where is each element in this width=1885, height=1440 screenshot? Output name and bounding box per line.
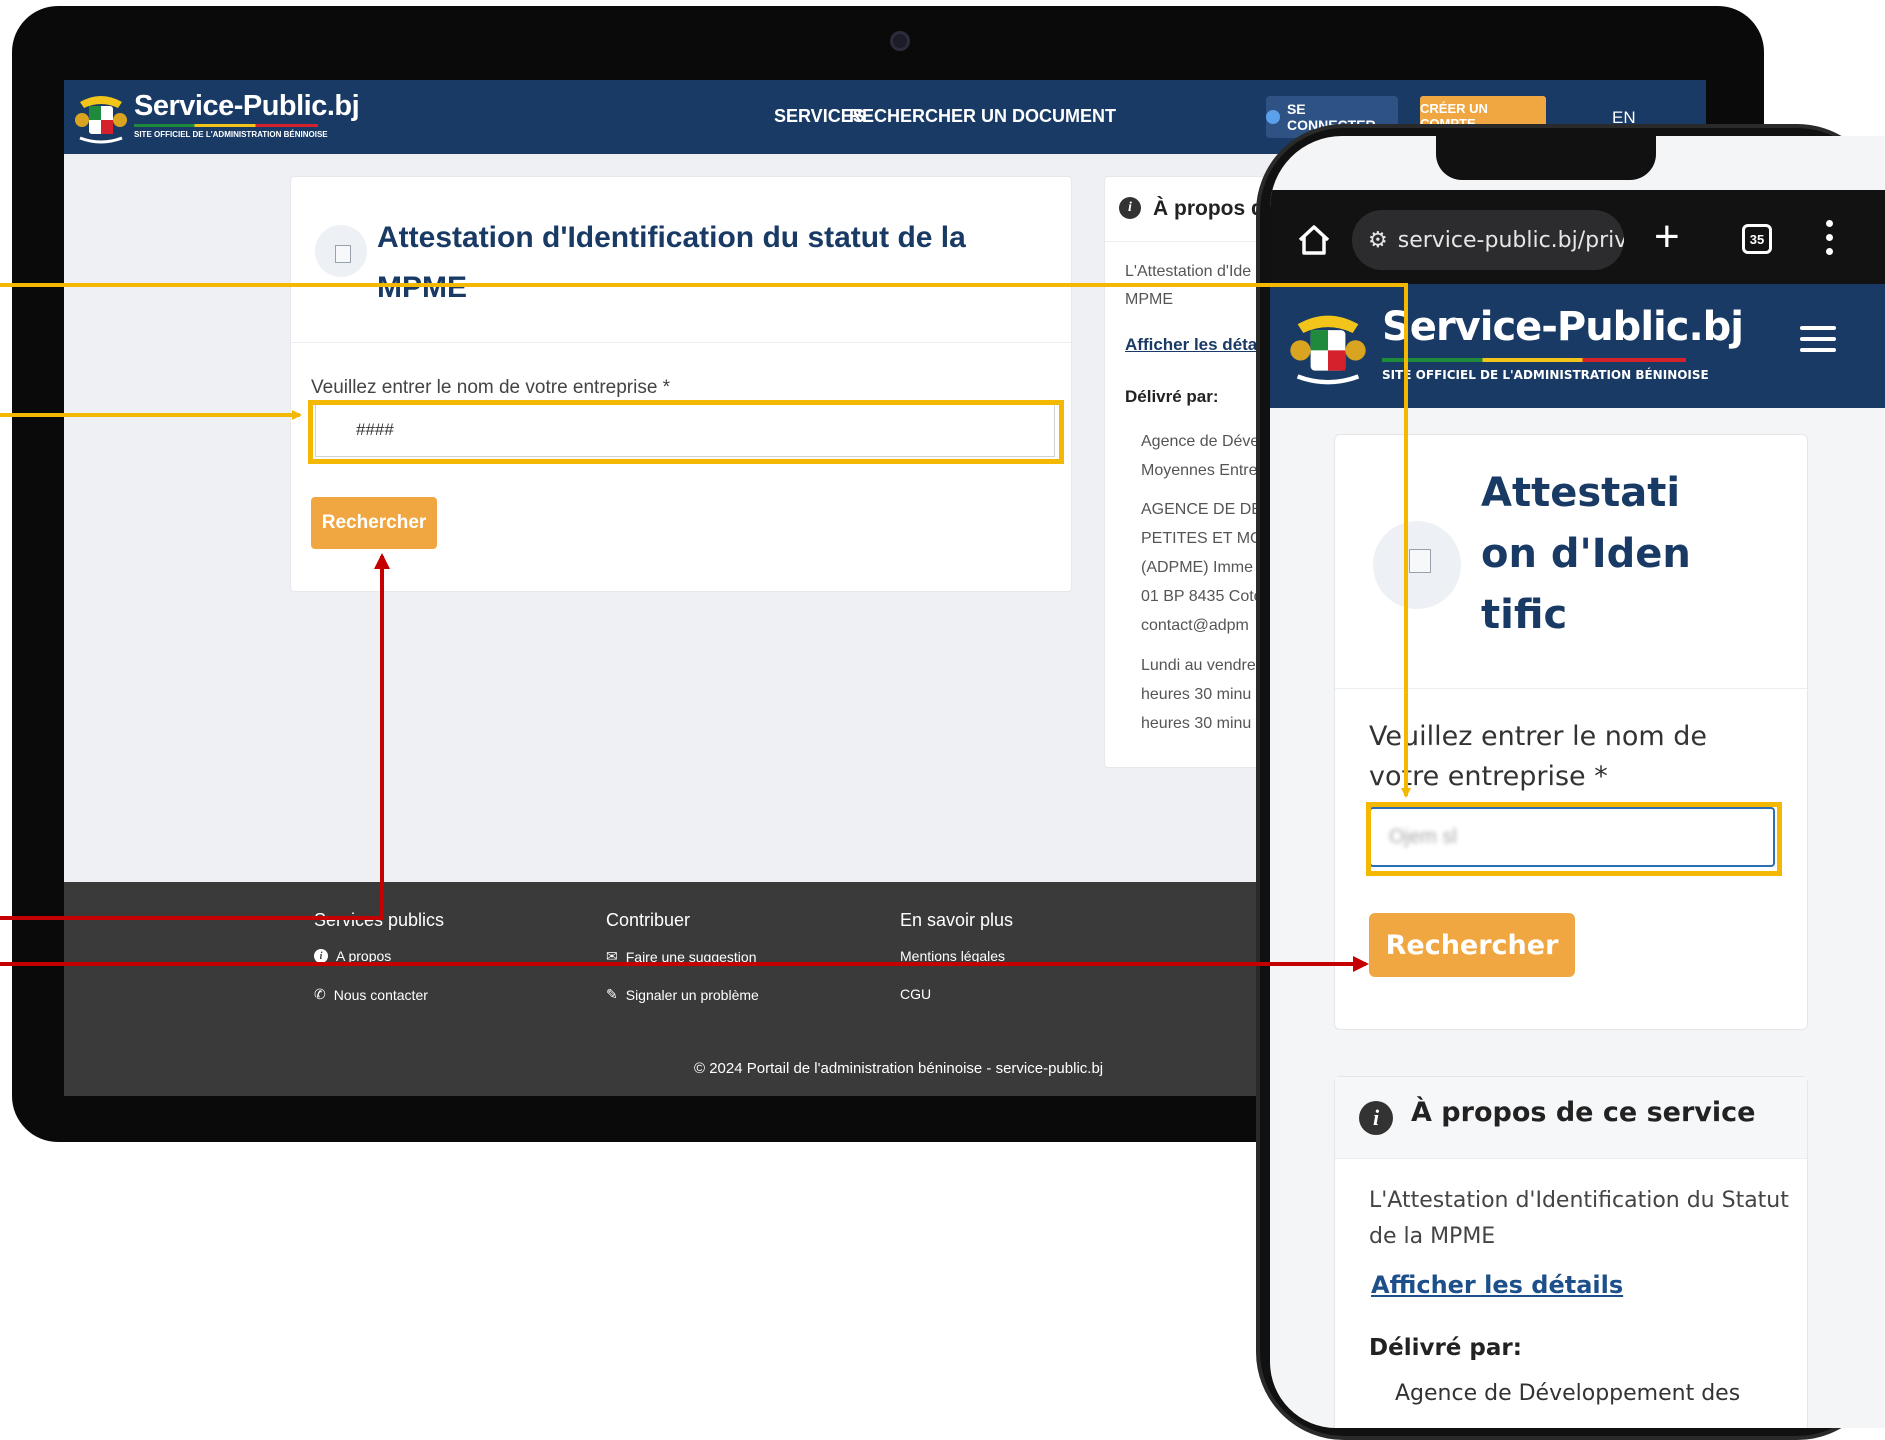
new-tab-icon[interactable]: +	[1654, 212, 1680, 262]
phone-screen: ⚙ service-public.bj/privé + 35 Service-P…	[1270, 136, 1885, 1428]
mobile-site-brand[interactable]: Service-Public.bj	[1382, 304, 1744, 350]
site-brand[interactable]: Service-Public.bj	[134, 90, 360, 123]
envelope-icon: ✉	[606, 948, 618, 964]
mobile-show-details-link[interactable]: Afficher les détails	[1371, 1271, 1623, 1299]
brand-flag-stripe	[134, 124, 318, 127]
footer-contact-link[interactable]: ✆ Nous contacter	[314, 986, 428, 1003]
company-name-label: Veuillez entrer le nom de votre entrepri…	[311, 377, 671, 398]
mobile-brand-subtitle: SITE OFFICIEL DE L'ADMINISTRATION BÉNINO…	[1382, 368, 1709, 382]
footer-contact-label: Nous contacter	[333, 986, 428, 1003]
broken-image-icon	[335, 245, 351, 263]
address-email: contact@adpm	[1141, 617, 1249, 634]
nav-search-document[interactable]: RECHERCHER UN DOCUMENT	[849, 106, 1116, 127]
mobile-about-panel: i À propos de ce service L'Attestation d…	[1334, 1076, 1808, 1428]
footer-col2-title: Contribuer	[606, 910, 691, 930]
mobile-about-title: À propos de ce service	[1411, 1097, 1756, 1128]
mobile-card-header: Attestation d'Identific	[1335, 435, 1807, 689]
address-line1: AGENCE DE DE	[1141, 501, 1262, 518]
card-header: Attestation d'Identification du statut d…	[291, 177, 1071, 343]
broken-image-icon	[1409, 549, 1431, 573]
footer-legal-link[interactable]: Mentions légales	[900, 948, 1005, 964]
agency-line2: Moyennes Entre	[1141, 462, 1258, 479]
phone-notch	[1436, 136, 1656, 180]
search-button[interactable]: Rechercher	[311, 497, 437, 549]
address-line2: PETITES ET MO	[1141, 530, 1263, 547]
brand-flag-stripe	[1382, 358, 1686, 362]
mobile-search-button[interactable]: Rechercher	[1369, 913, 1575, 977]
site-settings-icon[interactable]: ⚙	[1368, 228, 1388, 253]
mobile-delivered-by: Délivré par:	[1369, 1335, 1522, 1361]
coat-of-arms-logo[interactable]	[1286, 304, 1370, 388]
footer-about-label: A propos	[336, 948, 392, 964]
footer-report-link[interactable]: ✎ Signaler un problème	[606, 986, 759, 1003]
agency-line1: Agence de Déve	[1141, 433, 1260, 450]
footer-report-label: Signaler un problème	[625, 986, 759, 1003]
hamburger-menu-icon[interactable]	[1800, 326, 1836, 354]
user-icon	[1266, 110, 1280, 124]
mobile-page-title: Attestation d'Identific	[1481, 470, 1691, 638]
footer-cgu-link[interactable]: CGU	[900, 986, 931, 1002]
coat-of-arms-logo[interactable]	[74, 88, 128, 146]
pen-icon: ✎	[606, 986, 618, 1002]
phone-icon: ✆	[314, 986, 326, 1002]
delivered-by-heading: Délivré par:	[1125, 387, 1219, 406]
home-icon[interactable]	[1294, 220, 1334, 260]
mobile-company-name-label: Veuillez entrer le nom de votre entrepri…	[1369, 721, 1708, 792]
more-menu-icon[interactable]	[1826, 220, 1834, 260]
footer-col3-title: En savoir plus	[900, 910, 1014, 930]
footer-copyright: © 2024 Portail de l'administration bénin…	[694, 1060, 1104, 1077]
page-title: Attestation d'Identification du statut d…	[377, 221, 966, 304]
url-text: service-public.bj/privé	[1397, 227, 1624, 253]
stage: Service-Public.bj SITE OFFICIEL DE L'ADM…	[0, 0, 1885, 1440]
mobile-about-header: i À propos de ce service	[1335, 1077, 1807, 1159]
company-name-input[interactable]: ####	[315, 403, 1055, 457]
about-desc-line1: L'Attestation d'Ide	[1125, 263, 1252, 280]
laptop-camera	[890, 31, 910, 51]
site-brand-subtitle: SITE OFFICIEL DE L'ADMINISTRATION BÉNINO…	[134, 130, 328, 139]
tab-count-button[interactable]: 35	[1742, 224, 1772, 254]
info-icon: i	[1119, 197, 1141, 219]
mobile-attestation-card: Attestation d'Identific Veuillez entrer …	[1334, 434, 1808, 1030]
mobile-company-name-input[interactable]: Ojem sl	[1369, 807, 1775, 867]
mobile-about-desc: L'Attestation d'Identification du Statut…	[1369, 1188, 1789, 1249]
footer-col1-title: Services publics	[314, 910, 445, 930]
hours-line2: heures 30 minu	[1141, 686, 1252, 703]
footer-about-link[interactable]: i A propos	[314, 948, 391, 964]
footer-suggestion-label: Faire une suggestion	[625, 948, 757, 965]
mobile-agency-name: Agence de Développement des	[1395, 1381, 1741, 1406]
blurred-input-value: Ojem sl	[1389, 825, 1457, 848]
show-details-link[interactable]: Afficher les détai	[1125, 335, 1262, 355]
attestation-card: Attestation d'Identification du statut d…	[290, 176, 1072, 592]
hours-line1: Lundi au vendre	[1141, 657, 1256, 674]
footer-suggestion-link[interactable]: ✉ Faire une suggestion	[606, 948, 757, 965]
browser-toolbar: ⚙ service-public.bj/privé + 35	[1270, 190, 1885, 290]
hours-line3: heures 30 minu	[1141, 715, 1252, 732]
about-desc-line2: MPME	[1125, 291, 1173, 308]
address-line3: (ADPME) Imme	[1141, 559, 1253, 576]
address-bar[interactable]: ⚙ service-public.bj/privé	[1352, 210, 1624, 270]
info-icon: i	[1359, 1101, 1393, 1135]
address-line4: 01 BP 8435 Coto	[1141, 588, 1263, 605]
mobile-site-header: Service-Public.bj SITE OFFICIEL DE L'ADM…	[1270, 284, 1885, 408]
info-icon: i	[314, 949, 328, 963]
